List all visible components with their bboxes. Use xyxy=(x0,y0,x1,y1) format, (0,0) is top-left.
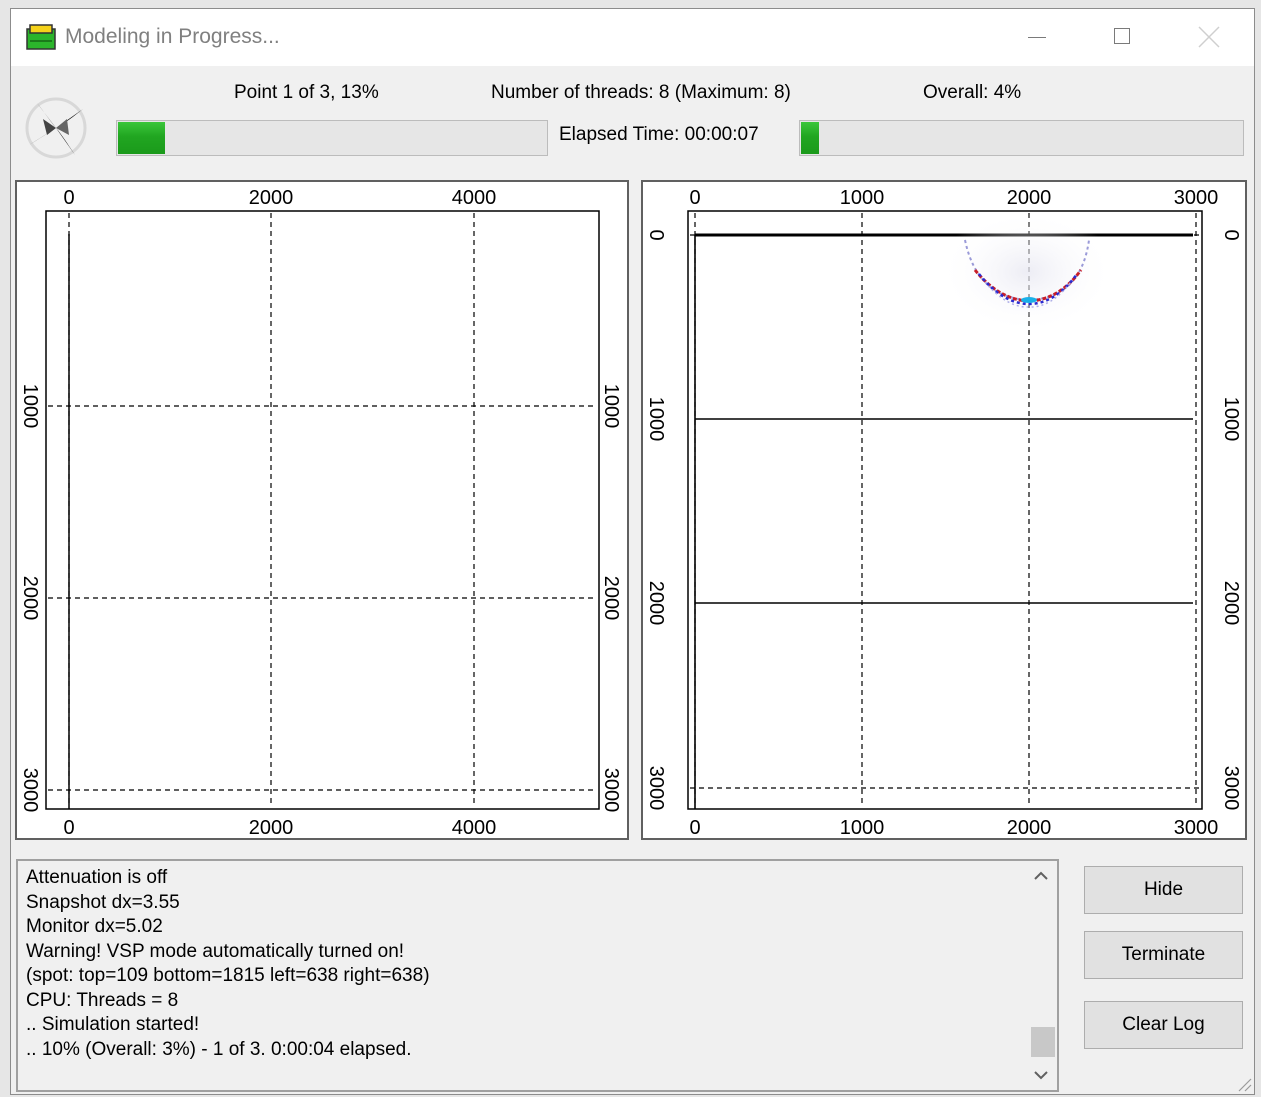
log-line: .. Simulation started! xyxy=(26,1014,200,1035)
log-scrollbar[interactable] xyxy=(1025,861,1057,1090)
right-plot-frame xyxy=(687,210,1203,810)
overall-progress-bar xyxy=(799,120,1244,156)
threads-label: Number of threads: 8 (Maximum: 8) xyxy=(491,82,791,103)
minimize-button[interactable] xyxy=(996,9,1082,66)
clear-log-button[interactable]: Clear Log xyxy=(1084,1001,1243,1049)
resize-grip-icon[interactable] xyxy=(1236,1076,1252,1092)
terminate-button[interactable]: Terminate xyxy=(1084,931,1243,979)
right-x-tick-bottom-1000: 1000 xyxy=(840,817,885,838)
log-line: Snapshot dx=3.55 xyxy=(26,891,180,913)
maximize-icon xyxy=(1114,28,1130,44)
elapsed-time-label: Elapsed Time: 00:00:07 xyxy=(559,124,759,145)
right-x-tick-top-1000: 1000 xyxy=(840,187,885,209)
right-y-tick-left-1000: 1000 xyxy=(645,397,667,442)
close-button[interactable] xyxy=(1168,9,1254,66)
minimize-icon xyxy=(1028,37,1046,38)
scroll-thumb[interactable] xyxy=(1031,1027,1055,1057)
log-line: .. 10% (Overall: 3%) - 1 of 3. 0:00:04 e… xyxy=(26,1038,412,1060)
left-x-tick-top-0: 0 xyxy=(63,187,74,209)
left-plot: 0 2000 4000 0 2000 4000 1000 2000 3000 1… xyxy=(19,187,622,838)
left-plot-grid xyxy=(48,213,597,807)
spinning-logo-icon xyxy=(25,97,87,159)
overall-progress-fill xyxy=(801,122,819,154)
right-y-tick-left-3000: 3000 xyxy=(645,766,667,811)
left-plot-frame xyxy=(45,210,600,810)
hide-button[interactable]: Hide xyxy=(1084,866,1243,914)
right-plot: 0 1000 2000 3000 0 1000 2000 3000 0 1000… xyxy=(645,187,1242,838)
left-x-tick-top-2000: 2000 xyxy=(249,187,294,209)
modeling-dialog: Modeling in Progress... Point 1 of 3, 13… xyxy=(10,8,1255,1095)
point-progress-fill xyxy=(118,122,166,154)
right-y-tick-left-0: 0 xyxy=(645,229,667,240)
log-line: Warning! VSP mode automatically turned o… xyxy=(26,940,405,962)
right-y-tick-right-0: 0 xyxy=(1220,229,1242,240)
app-icon xyxy=(26,24,56,50)
right-y-tick-right-2000: 2000 xyxy=(1220,581,1242,626)
left-y-tick-right-1000: 1000 xyxy=(600,384,622,429)
maximize-button[interactable] xyxy=(1082,9,1168,66)
right-y-tick-left-2000: 2000 xyxy=(645,581,667,626)
log-line: (spot: top=109 bottom=1815 left=638 righ… xyxy=(26,965,430,986)
title-bar[interactable]: Modeling in Progress... xyxy=(11,9,1254,66)
right-plot-panel: 0 1000 2000 3000 0 1000 2000 3000 0 1000… xyxy=(641,180,1247,840)
right-y-tick-right-3000: 3000 xyxy=(1220,766,1242,811)
log-textarea[interactable]: Attenuation is off Snapshot dx=3.55 Moni… xyxy=(16,859,1059,1092)
log-lines: Attenuation is off Snapshot dx=3.55 Moni… xyxy=(26,866,430,1062)
left-y-tick-left-1000: 1000 xyxy=(19,384,41,429)
left-x-tick-bottom-2000: 2000 xyxy=(249,817,294,838)
point-progress-bar xyxy=(116,120,548,156)
left-y-tick-left-2000: 2000 xyxy=(19,576,41,621)
left-x-tick-bottom-0: 0 xyxy=(63,817,74,838)
right-x-tick-bottom-0: 0 xyxy=(689,817,700,838)
scroll-up-arrow-icon[interactable] xyxy=(1025,861,1057,891)
right-x-tick-top-0: 0 xyxy=(689,187,700,209)
log-line: CPU: Threads = 8 xyxy=(26,989,179,1011)
close-icon xyxy=(1198,26,1220,48)
window-title: Modeling in Progress... xyxy=(65,25,280,48)
left-x-tick-top-4000: 4000 xyxy=(452,187,497,209)
log-line: Monitor dx=5.02 xyxy=(26,916,163,937)
right-x-tick-top-3000: 3000 xyxy=(1174,187,1219,209)
left-y-tick-right-2000: 2000 xyxy=(600,576,622,621)
right-x-tick-bottom-3000: 3000 xyxy=(1174,817,1219,838)
left-y-tick-left-3000: 3000 xyxy=(19,768,41,813)
point-status-label: Point 1 of 3, 13% xyxy=(234,82,379,103)
right-x-tick-top-2000: 2000 xyxy=(1007,187,1052,209)
left-plot-panel: 0 2000 4000 0 2000 4000 1000 2000 3000 1… xyxy=(15,180,629,840)
log-line: Attenuation is off xyxy=(26,867,168,888)
left-x-tick-bottom-4000: 4000 xyxy=(452,817,497,838)
overall-label: Overall: 4% xyxy=(923,82,1022,103)
wavefront-snapshot xyxy=(939,210,1115,334)
left-y-tick-right-3000: 3000 xyxy=(600,768,622,813)
right-y-tick-right-1000: 1000 xyxy=(1220,397,1242,442)
right-x-tick-bottom-2000: 2000 xyxy=(1007,817,1052,838)
right-plot-grid xyxy=(690,213,1200,807)
scroll-down-arrow-icon[interactable] xyxy=(1025,1060,1057,1090)
